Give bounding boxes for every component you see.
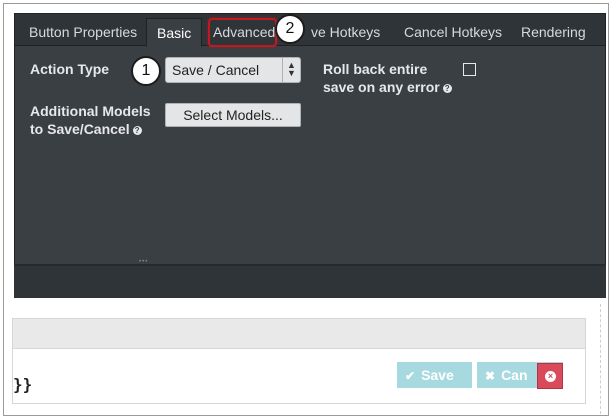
select-models-button[interactable]: Select Models...: [165, 103, 301, 127]
additional-models-line1: Additional Models: [30, 103, 151, 119]
callout-badge-1: 1: [131, 56, 161, 86]
preview-area: }}: [12, 318, 586, 404]
delete-button[interactable]: ×: [537, 363, 563, 389]
action-type-select[interactable]: Save / Cancel ▲ ▼: [165, 57, 301, 83]
tab-save-hotkeys[interactable]: ve Hotkeys: [301, 18, 390, 46]
app-frame: Button Properties Basic Advanced ve Hotk…: [3, 3, 609, 416]
rollback-line2: save on any error: [323, 79, 440, 95]
help-icon[interactable]: ?: [442, 84, 452, 93]
tab-rendering[interactable]: Rendering: [511, 18, 596, 46]
action-type-value: Save / Cancel: [172, 62, 260, 78]
properties-panel: Button Properties Basic Advanced ve Hotk…: [14, 13, 606, 265]
preview-cancel-label: Can: [501, 367, 528, 383]
preview-save-button[interactable]: ✔ Save: [397, 362, 472, 388]
advanced-tab-highlight: [208, 18, 277, 47]
action-type-label: Action Type: [30, 61, 110, 77]
tab-basic[interactable]: Basic: [146, 18, 203, 47]
additional-models-line2: to Save/Cancel: [30, 121, 130, 137]
preview-header: [13, 319, 585, 349]
additional-models-label: Additional Models to Save/Cancel?: [30, 102, 151, 138]
help-icon[interactable]: ?: [132, 126, 142, 135]
template-braces: }}: [13, 375, 33, 394]
tab-button-properties[interactable]: Button Properties: [19, 18, 147, 46]
dark-toolbar-band: [14, 266, 606, 298]
check-icon: ✔: [405, 369, 416, 383]
callout-badge-2: 2: [275, 14, 305, 44]
preview-save-label: Save: [421, 367, 454, 383]
rollback-checkbox[interactable]: [463, 63, 476, 76]
tab-bar: Button Properties Basic Advanced ve Hotk…: [15, 14, 605, 47]
select-arrows-icon: ▲ ▼: [282, 58, 300, 82]
x-circle-icon: ×: [545, 371, 556, 382]
rollback-line1: Roll back entire: [323, 61, 428, 77]
splitter-grip-icon[interactable]: •••: [139, 259, 153, 265]
rollback-label: Roll back entire save on any error?: [323, 60, 452, 96]
tab-cancel-hotkeys[interactable]: Cancel Hotkeys: [394, 18, 512, 46]
x-icon: ✖: [485, 369, 496, 383]
dashed-guide: [600, 304, 601, 414]
